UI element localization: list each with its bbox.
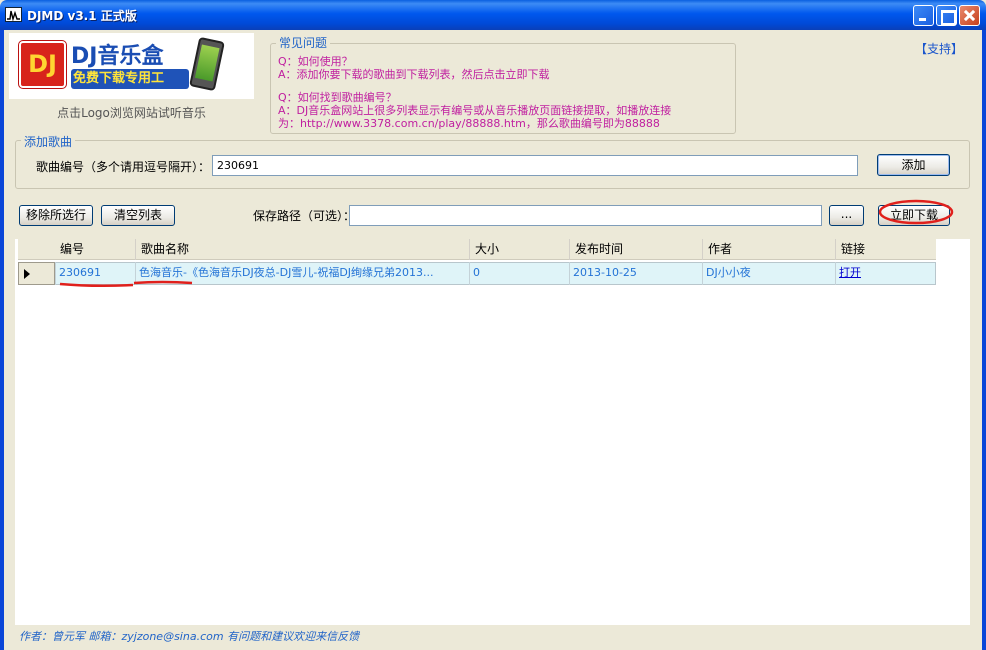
window-title: DJMD v3.1 正式版 [27,9,137,23]
close-button[interactable] [959,5,980,26]
faq-title: 常见问题 [276,34,331,51]
column-header-author[interactable]: 作者 [702,239,835,260]
footer-credits: 作者：曾元军 邮箱：zyjzone@sina.com 有问题和建议欢迎来信反馈 [19,630,360,643]
cell-date: 2013-10-25 [569,262,702,285]
app-icon [5,7,22,22]
dj-badge: DJ [19,41,66,88]
row-pointer-icon [24,269,30,279]
cell-open-link[interactable]: 打开 [835,262,936,285]
close-icon [960,6,979,25]
save-path-label: 保存路径（可选）： [253,209,356,223]
window-frame-left [0,30,4,650]
cell-name: 色海音乐-《色海音乐DJ夜总-DJ雪儿-祝福DJ绚缘兄弟2013... [135,262,469,285]
logo-caption: 点击Logo浏览网站试听音乐 [57,106,206,120]
cell-size: 0 [469,262,569,285]
minimize-icon [914,6,933,25]
title-bar[interactable]: DJMD v3.1 正式版 [0,0,986,30]
brand-name: DJ音乐盒 [71,44,164,69]
faq-panel: Q：如何使用？ A：添加你要下载的歌曲到下载列表，然后点击立即下载 Q：如何找到… [270,43,736,134]
clear-list-button[interactable]: 清空列表 [101,205,175,226]
support-link[interactable]: 【支持】 [915,40,963,57]
column-header-size[interactable]: 大小 [469,239,569,260]
remove-selected-button[interactable]: 移除所选行 [19,205,93,226]
brand-tagline: 免费下载专用工 [71,69,189,89]
download-list[interactable] [15,239,970,625]
window-frame-right [982,30,986,650]
song-id-input[interactable]: 230691 [212,155,858,176]
minimize-button[interactable] [913,5,934,26]
column-header-id[interactable]: 编号 [55,239,135,260]
row-selector[interactable] [18,262,55,285]
download-now-button[interactable]: 立即下载 [878,205,950,226]
browse-button[interactable]: ... [829,205,864,226]
faq-line: A：添加你要下载的歌曲到下载列表，然后点击立即下载 [278,68,550,81]
column-header-name[interactable]: 歌曲名称 [135,239,469,260]
column-header-date[interactable]: 发布时间 [569,239,702,260]
add-songs-title: 添加歌曲 [21,133,76,150]
add-button[interactable]: 添加 [877,154,950,176]
maximize-icon [937,6,956,25]
save-path-input[interactable] [349,205,822,226]
maximize-button[interactable] [936,5,957,26]
song-id-label: 歌曲编号（多个请用逗号隔开）： [36,160,211,174]
cell-author: DJ小小夜 [702,262,835,285]
phone-icon [189,36,225,92]
column-header-link[interactable]: 链接 [835,239,936,260]
logo-banner[interactable]: DJ DJ音乐盒 免费下载专用工 [9,33,254,99]
cell-id: 230691 [55,262,135,285]
faq-line: 为：http://www.3378.com.cn/play/88888.htm，… [278,117,660,130]
